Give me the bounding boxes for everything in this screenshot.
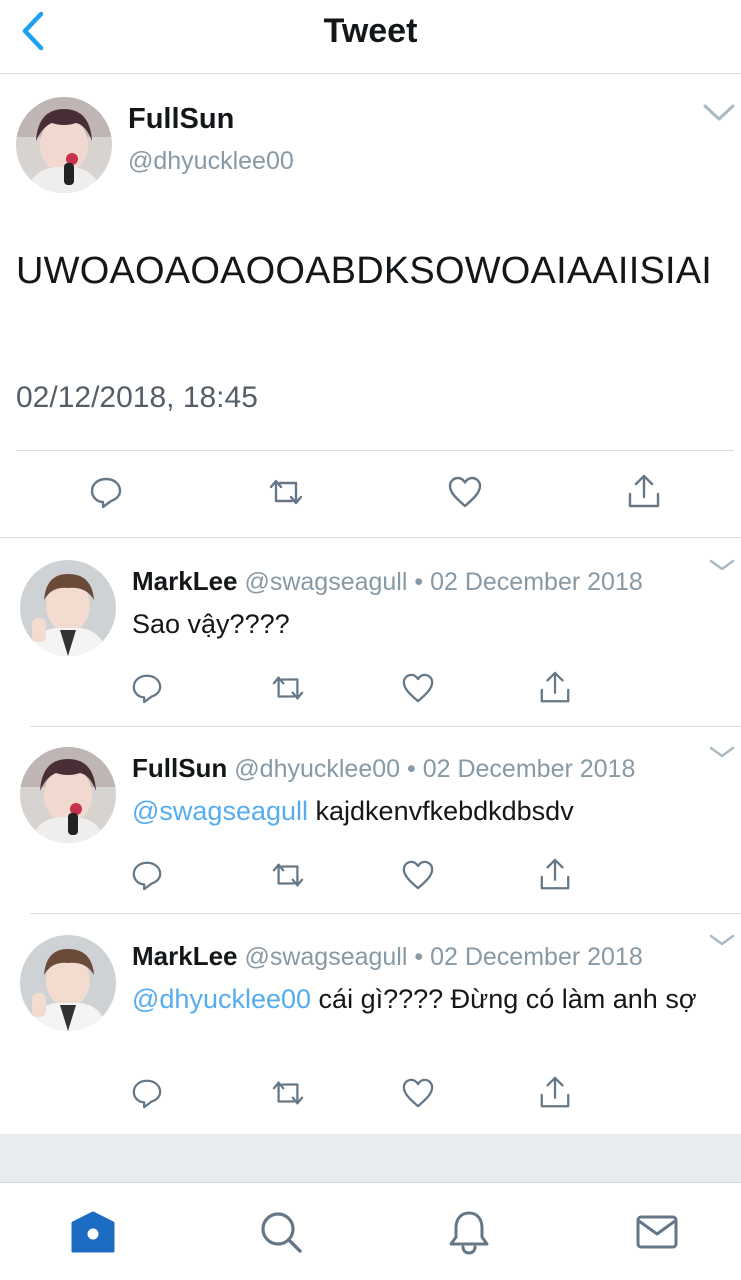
author-name[interactable]: FullSun (132, 753, 227, 783)
reply-icon (132, 674, 162, 704)
retweet-button[interactable] (264, 470, 308, 514)
bell-icon (449, 1211, 489, 1255)
reply-button[interactable] (84, 470, 128, 514)
reply-options-button[interactable] (708, 931, 736, 949)
share-button[interactable] (533, 1071, 577, 1115)
reply-actions (0, 853, 741, 893)
share-icon (540, 671, 570, 703)
retweet-icon (272, 1081, 304, 1105)
reply-icon (132, 1079, 162, 1109)
reply-actions (0, 1071, 741, 1111)
avatar[interactable] (20, 747, 116, 843)
reply-button[interactable] (125, 1071, 169, 1115)
retweet-icon (269, 479, 303, 505)
reply-tweet[interactable]: FullSun @dhyucklee00 • 02 December 2018 … (0, 725, 741, 913)
like-button[interactable] (443, 470, 487, 514)
reply-header: FullSun @dhyucklee00 • 02 December 2018 (132, 753, 635, 784)
heart-icon (402, 860, 434, 890)
retweet-button[interactable] (266, 666, 310, 710)
reply-body: cái gì???? Đừng có làm anh sợ (318, 984, 697, 1014)
meta-separator: • (414, 943, 424, 971)
like-button[interactable] (396, 1071, 440, 1115)
tab-notifications[interactable] (444, 1207, 494, 1257)
like-button[interactable] (396, 853, 440, 897)
tweet-actions (0, 470, 741, 518)
reply-text: @swagseagull kajdkenvfkebdkdbsdv (132, 793, 732, 830)
retweet-icon (272, 676, 304, 700)
bottom-tab-bar (0, 1182, 741, 1280)
avatar[interactable] (20, 935, 116, 1031)
retweet-button[interactable] (266, 1071, 310, 1115)
share-button[interactable] (533, 666, 577, 710)
chevron-down-icon (709, 559, 735, 571)
divider (16, 450, 734, 451)
reply-date: 02 December 2018 (422, 755, 636, 783)
reply-options-button[interactable] (708, 556, 736, 574)
home-icon (71, 1211, 115, 1253)
author-name[interactable]: MarkLee (132, 566, 238, 596)
tab-messages[interactable] (632, 1207, 682, 1257)
reply-date: 02 December 2018 (430, 943, 643, 971)
reply-icon (132, 861, 162, 891)
tab-search[interactable] (256, 1207, 306, 1257)
reply-text: @dhyucklee00 cái gì???? Đừng có làm anh … (132, 981, 732, 1018)
share-icon (628, 474, 660, 508)
reply-button[interactable] (125, 666, 169, 710)
page-title: Tweet (323, 12, 418, 50)
avatar[interactable] (20, 560, 116, 656)
reply-tweet[interactable]: MarkLee @swagseagull • 02 December 2018 … (0, 913, 741, 1134)
heart-icon (448, 476, 482, 508)
tab-home[interactable] (68, 1207, 118, 1257)
author-handle[interactable]: @dhyucklee00 (234, 755, 400, 783)
reply-text: Sao vậy???? (132, 606, 732, 643)
chevron-down-icon (703, 104, 735, 121)
reply-date: 02 December 2018 (430, 568, 643, 596)
meta-separator: • (414, 568, 424, 596)
avatar[interactable] (16, 97, 112, 193)
mail-icon (636, 1215, 678, 1249)
author-handle[interactable]: @dhyucklee00 (128, 147, 294, 176)
mention-link[interactable]: @swagseagull (132, 796, 308, 826)
reply-header: MarkLee @swagseagull • 02 December 2018 (132, 566, 643, 597)
reply-header: MarkLee @swagseagull • 02 December 2018 (132, 941, 643, 972)
retweet-icon (272, 863, 304, 887)
mention-link[interactable]: @dhyucklee00 (132, 984, 311, 1014)
share-button[interactable] (533, 853, 577, 897)
main-tweet: FullSun @dhyucklee00 UWOAOAOAOOABDKSOWOA… (0, 75, 741, 537)
share-button[interactable] (622, 470, 666, 514)
like-button[interactable] (396, 666, 440, 710)
share-icon (540, 858, 570, 890)
chevron-down-icon (709, 746, 735, 758)
retweet-button[interactable] (266, 853, 310, 897)
author-handle[interactable]: @swagseagull (244, 943, 407, 971)
heart-icon (402, 673, 434, 703)
author-name[interactable]: MarkLee (132, 941, 238, 971)
reply-body: kajdkenvfkebdkdbsdv (315, 796, 574, 826)
reply-actions (0, 666, 741, 706)
search-icon (261, 1212, 302, 1253)
heart-icon (402, 1078, 434, 1108)
meta-separator: • (407, 755, 416, 783)
reply-button[interactable] (125, 853, 169, 897)
reply-options-button[interactable] (708, 743, 736, 761)
author-handle[interactable]: @swagseagull (244, 568, 407, 596)
share-icon (540, 1076, 570, 1108)
reply-icon (90, 477, 122, 509)
author-name[interactable]: FullSun (128, 103, 234, 136)
reply-tweet[interactable]: MarkLee @swagseagull • 02 December 2018 … (0, 538, 741, 726)
timeline-spacer (0, 1134, 741, 1182)
tweet-text: UWOAOAOAOOABDKSOWOAIAAIISIAI (16, 250, 713, 292)
top-bar: Tweet (0, 0, 741, 74)
tweet-options-button[interactable] (702, 101, 736, 125)
tweet-timestamp: 02/12/2018, 18:45 (16, 381, 258, 414)
reply-body: Sao vậy???? (132, 609, 290, 639)
chevron-down-icon (709, 934, 735, 946)
